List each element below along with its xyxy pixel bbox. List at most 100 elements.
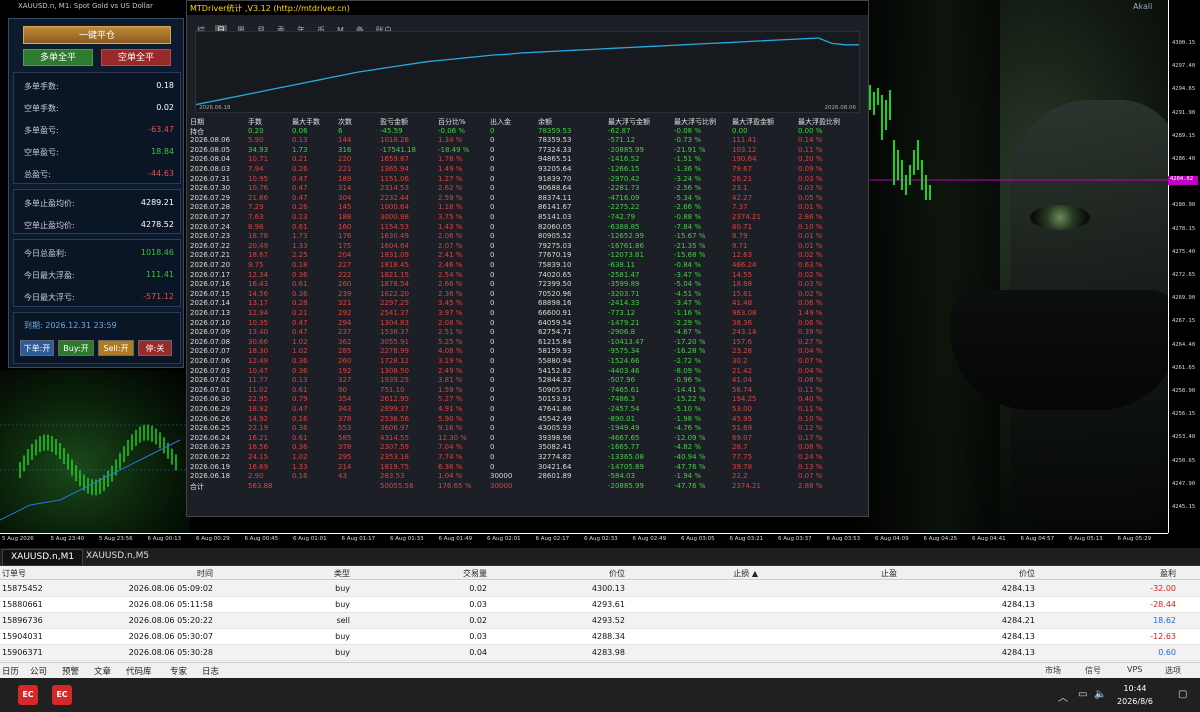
table-row: 2026.07.17 12.34 0.36 222 1821.15 2.54 % 0 7402…: [190, 271, 866, 281]
equity-end-date: 2026.08.06: [824, 105, 857, 111]
table-cell: 30.2: [732, 357, 748, 365]
stat-row: 今日总盈利: 1018.46: [24, 248, 174, 259]
table-cell: 2.41 %: [438, 251, 463, 260]
mtdriver-titlebar[interactable]: MTDriver统计 ,V3.12 (http://mtdriver.cn): [187, 1, 868, 15]
table-cell: -3.24 %: [674, 174, 701, 183]
toolbox-tab[interactable]: 代码库: [126, 665, 152, 677]
orders-column-header[interactable]: 价位: [545, 568, 625, 579]
toolbox-tab[interactable]: 文章: [94, 665, 111, 677]
toolbox-right-link[interactable]: VPS: [1127, 665, 1142, 674]
toolbox-tab[interactable]: 公司: [30, 665, 47, 677]
table-cell: -890.01: [608, 414, 636, 423]
toolbox-right-link[interactable]: 信号: [1085, 665, 1101, 676]
table-cell: 56.74: [732, 385, 753, 394]
close-short-button[interactable]: 空单全平: [101, 49, 171, 66]
toolbox-tab[interactable]: 日历: [2, 665, 19, 677]
table-cell: 9.75: [248, 261, 264, 269]
mtdriver-stats-window[interactable]: MTDriver统计 ,V3.12 (http://mtdriver.cn) 综…: [186, 0, 869, 517]
table-cell: 362: [338, 337, 352, 346]
chevron-up-icon[interactable]: ︿: [1058, 689, 1068, 704]
candles-right: [869, 85, 931, 200]
table-cell: 0.08 %: [798, 443, 823, 452]
table-cell: 22.95: [248, 395, 269, 404]
account-user[interactable]: Akali: [1133, 2, 1152, 11]
time-tick: 6 Aug 04:41: [972, 536, 1006, 542]
table-cell: 3.19 %: [438, 357, 463, 365]
network-icon[interactable]: ▭: [1078, 689, 1087, 700]
order-cell-type: buy: [335, 600, 350, 609]
table-cell: 2899.37: [380, 405, 409, 413]
table-cell: 0.16: [292, 414, 308, 423]
taskbar-app-ec[interactable]: EC: [18, 685, 38, 705]
table-cell: 0.21: [292, 155, 308, 164]
orders-column-header[interactable]: 止损 ▲: [678, 568, 758, 579]
table-cell: -15.67 %: [674, 232, 706, 241]
table-cell: -4.76 %: [674, 424, 701, 433]
orders-column-header[interactable]: 交易量: [407, 568, 487, 579]
close-long-button[interactable]: 多单全平: [23, 49, 93, 66]
stat-label: 多单止盈均价:: [24, 199, 75, 208]
toolbox-right-link[interactable]: 市场: [1045, 665, 1061, 676]
table-cell: 78359.53: [538, 136, 572, 145]
order-row[interactable]: 15880661 2026.08.06 05:11:58 buy 0.03 4293.6…: [0, 597, 1200, 613]
panel-toggle-button[interactable]: 下单:开: [20, 340, 54, 356]
stat-value: -63.47: [148, 125, 174, 134]
order-row[interactable]: 15906371 2026.08.06 05:30:28 buy 0.04 4283.9…: [0, 645, 1200, 661]
table-cell: -1665.77: [608, 443, 640, 452]
order-cell-cur: 4284.21: [1001, 616, 1035, 625]
table-row: 2026.07.29 21.66 0.47 304 2232.44 2.59 % 0 8837…: [190, 194, 866, 204]
toolbox-tab[interactable]: 预警: [62, 665, 79, 677]
table-cell: -14.41 %: [674, 385, 706, 394]
table-cell: 82060.05: [538, 222, 572, 231]
orders-column-header[interactable]: 止盈: [817, 568, 897, 579]
table-cell: 0.21: [292, 309, 308, 317]
panel-toggle-button[interactable]: Sell:开: [98, 340, 134, 356]
order-cell-profit: -28.44: [1150, 600, 1176, 609]
table-cell: -4.67 %: [674, 328, 701, 337]
table-row: 2026.06.23 16.56 0.36 378 2307.59 7.04 % 0 3508…: [190, 443, 866, 453]
chart-tab-m1[interactable]: XAUUSD.n,M1: [2, 549, 84, 565]
volume-icon[interactable]: 🔈: [1094, 689, 1106, 700]
table-cell: 0: [490, 136, 495, 145]
orders-column-header[interactable]: 价位: [955, 568, 1035, 579]
toolbox-tab[interactable]: 日志: [202, 665, 219, 677]
table-row: 2026.07.22 20.49 1.33 175 1604.64 2.07 % 0 7927…: [190, 242, 866, 252]
orders-column-header[interactable]: 订单号: [2, 568, 26, 579]
order-row[interactable]: 15875452 2026.08.06 05:09:02 buy 0.02 4300.1…: [0, 581, 1200, 597]
table-cell: 0.07 %: [798, 472, 823, 481]
table-cell: 0.00: [732, 126, 748, 135]
toolbox-right-link[interactable]: 选项: [1165, 665, 1181, 676]
table-cell: 14.55: [732, 270, 753, 279]
taskbar-clock[interactable]: 10:44 2026/8/6: [1110, 682, 1160, 708]
tp-average-box: 多单止盈均价: 4289.21 空单止盈均价: 4278.52: [13, 189, 181, 234]
close-all-button[interactable]: 一键平仓: [23, 26, 171, 44]
orders-column-header[interactable]: 盈利: [1096, 568, 1176, 579]
table-cell: 2314.53: [380, 184, 409, 193]
panel-toggle-button[interactable]: 停:关: [138, 340, 172, 356]
table-cell: 39.78: [732, 462, 753, 471]
table-cell: 0: [490, 251, 495, 260]
table-cell: 0: [490, 328, 495, 337]
table-cell: 16.43: [248, 280, 269, 289]
panel-toggle-button[interactable]: Buy:开: [58, 340, 94, 356]
table-cell: -4.51 %: [674, 289, 701, 298]
table-cell: -17541.18: [380, 145, 416, 154]
toolbox-tab[interactable]: 专家: [170, 665, 187, 677]
table-cell: 0.27 %: [798, 337, 823, 346]
table-cell: 0: [490, 366, 495, 375]
mtdriver-tabs: 综日周月季年币M备账户: [195, 18, 402, 36]
table-cell: 553: [338, 424, 352, 433]
table-cell: 0: [490, 155, 495, 164]
order-row[interactable]: 15896736 2026.08.06 05:20:22 sell 0.02 4293.…: [0, 613, 1200, 629]
orders-column-header[interactable]: 时间: [133, 568, 213, 579]
notification-icon[interactable]: ▢: [1178, 689, 1187, 700]
time-axis[interactable]: 5 Aug 2026 5 Aug 23:40 5 Aug 23:56 6 Aug 00…: [0, 533, 1168, 547]
orders-column-header[interactable]: 类型: [270, 568, 350, 579]
table-cell: 3.81 %: [438, 376, 463, 385]
table-cell: 0.47: [292, 318, 308, 327]
table-cell: 343: [338, 405, 352, 413]
taskbar-app-ec[interactable]: EC: [52, 685, 72, 705]
order-row[interactable]: 15904031 2026.08.06 05:30:07 buy 0.03 4288.3…: [0, 629, 1200, 645]
price-axis[interactable]: 4300.15 4297.40 4294.65 4291.90 4289.15 4286.…: [1168, 0, 1200, 533]
chart-tab-m5[interactable]: XAUUSD.n,M5: [78, 549, 157, 565]
